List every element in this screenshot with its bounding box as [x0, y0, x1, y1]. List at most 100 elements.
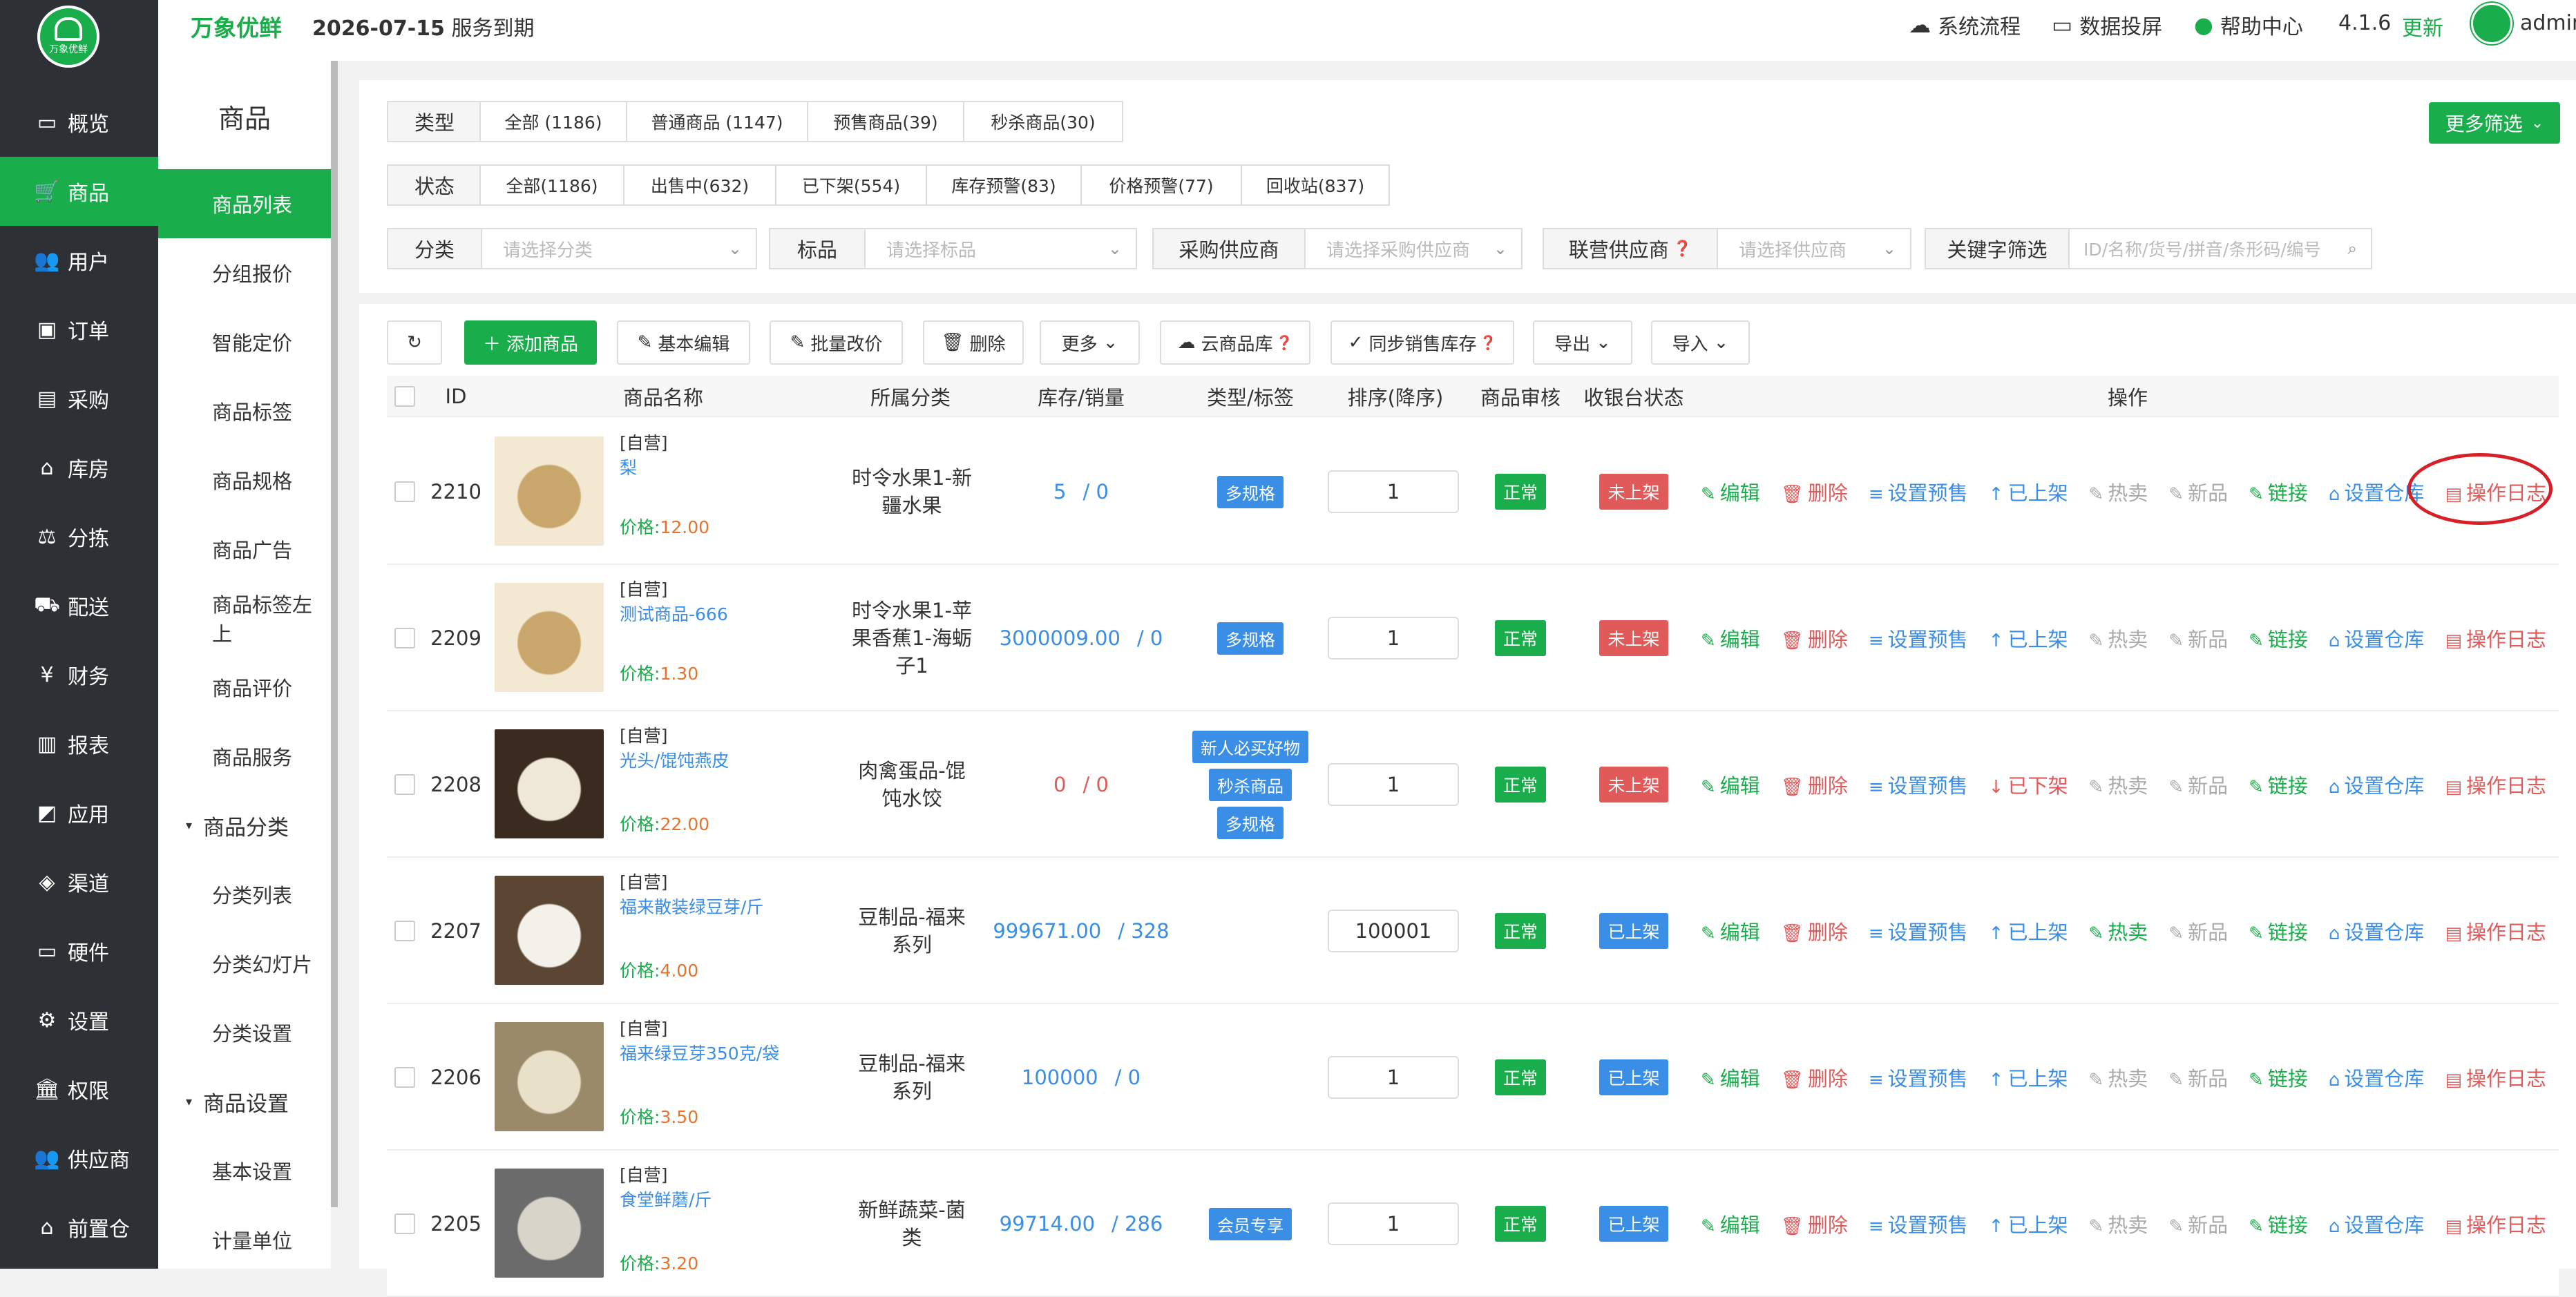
- stock-value[interactable]: 5: [1053, 480, 1066, 503]
- edit-action[interactable]: ✎ 编辑: [1701, 1063, 1760, 1092]
- type-option[interactable]: 预售商品(39): [807, 101, 964, 142]
- import-button[interactable]: 导入 ⌄: [1651, 320, 1750, 365]
- cashier-status-badge[interactable]: 未上架: [1599, 767, 1668, 803]
- help-center-link[interactable]: ● 帮助中心: [2194, 10, 2303, 40]
- presale-action[interactable]: ≡ 设置预售: [1869, 770, 1968, 799]
- shelf-action[interactable]: ↑ 已上架: [1989, 477, 2068, 506]
- presale-action[interactable]: ≡ 设置预售: [1869, 624, 1968, 653]
- submenu-group-category[interactable]: ▾ 商品分类: [158, 791, 331, 860]
- system-flow-link[interactable]: ☁ 系统流程: [1909, 10, 2021, 40]
- warehouse-action[interactable]: ⌂ 设置仓库: [2329, 624, 2425, 653]
- goods-name-link[interactable]: 福来绿豆芽350克/袋: [620, 1041, 827, 1066]
- shelf-action[interactable]: ↓ 已下架: [1989, 770, 2068, 799]
- keyword-input[interactable]: ID/名称/货号/拼音/条形码/编号 ⌕: [2068, 228, 2372, 269]
- submenu-item[interactable]: 商品列表: [158, 169, 331, 238]
- column-header[interactable]: 类型/标签: [1181, 376, 1319, 417]
- delete-action[interactable]: 🗑 删除: [1781, 624, 1848, 653]
- hot-action[interactable]: ✎ 热卖: [2088, 1209, 2148, 1238]
- user-name[interactable]: admin: [2520, 11, 2576, 35]
- link-action[interactable]: ✎ 链接: [2249, 1063, 2308, 1092]
- status-option[interactable]: 已下架(554): [775, 164, 927, 206]
- goods-image[interactable]: [495, 583, 604, 692]
- sidebar-item-users[interactable]: 👥 用户: [0, 226, 158, 295]
- type-option[interactable]: 普通商品 (1147): [626, 101, 808, 142]
- new-action[interactable]: ✎ 新品: [2168, 1063, 2228, 1092]
- export-button[interactable]: 导出 ⌄: [1533, 320, 1632, 365]
- delete-action[interactable]: 🗑 删除: [1781, 1063, 1848, 1092]
- goods-name-link[interactable]: 食堂鲜蘑/斤: [620, 1188, 827, 1213]
- submenu-item[interactable]: 商品标签左上: [158, 584, 331, 653]
- hot-action[interactable]: ✎ 热卖: [2088, 624, 2148, 653]
- presale-action[interactable]: ≡ 设置预售: [1869, 1209, 1968, 1238]
- sidebar-item-suppliers[interactable]: 👥 供应商: [0, 1124, 158, 1193]
- batch-price-button[interactable]: ✎ 批量改价: [770, 320, 903, 365]
- presale-action[interactable]: ≡ 设置预售: [1869, 916, 1968, 945]
- submenu-item[interactable]: 分组报价: [158, 238, 331, 307]
- edit-action[interactable]: ✎ 编辑: [1701, 916, 1760, 945]
- cashier-status-badge[interactable]: 已上架: [1599, 1059, 1668, 1095]
- shelf-action[interactable]: ↑ 已上架: [1989, 1209, 2068, 1238]
- goods-image[interactable]: [495, 436, 604, 546]
- submenu-item[interactable]: 商品评价: [158, 653, 331, 722]
- column-header[interactable]: 库存/销量: [1012, 376, 1150, 417]
- submenu-item[interactable]: 分类列表: [158, 860, 331, 929]
- new-action[interactable]: ✎ 新品: [2168, 1209, 2228, 1238]
- row-checkbox[interactable]: [394, 1067, 415, 1088]
- column-header[interactable]: 所属分类: [841, 376, 980, 417]
- purchase-supplier-select[interactable]: 请选择采购供应商 ⌄: [1304, 228, 1523, 269]
- submenu-scrollbar[interactable]: [331, 61, 338, 1207]
- hot-action[interactable]: ✎ 热卖: [2088, 916, 2148, 945]
- edit-action[interactable]: ✎ 编辑: [1701, 770, 1760, 799]
- presale-action[interactable]: ≡ 设置预售: [1869, 1063, 1968, 1092]
- goods-name-link[interactable]: 梨: [620, 456, 827, 481]
- column-header[interactable]: 商品名称: [594, 376, 732, 417]
- row-checkbox[interactable]: [394, 481, 415, 502]
- help-icon[interactable]: ❓: [1673, 240, 1692, 258]
- sync-stock-button[interactable]: ✓ 同步销售库存 ❓: [1330, 320, 1514, 365]
- column-header[interactable]: ID: [428, 376, 484, 417]
- hot-action[interactable]: ✎ 热卖: [2088, 770, 2148, 799]
- submenu-item[interactable]: 基本设置: [158, 1136, 331, 1205]
- warehouse-action[interactable]: ⌂ 设置仓库: [2329, 916, 2425, 945]
- shelf-action[interactable]: ↑ 已上架: [1989, 624, 2068, 653]
- category-select[interactable]: 请选择分类 ⌄: [481, 228, 757, 269]
- refresh-button[interactable]: ↻: [387, 320, 442, 365]
- tag-select[interactable]: 请选择标品 ⌄: [864, 228, 1137, 269]
- edit-action[interactable]: ✎ 编辑: [1701, 1209, 1760, 1238]
- status-option[interactable]: 全部(1186): [479, 164, 624, 206]
- sidebar-item-goods[interactable]: 🛒 商品: [0, 157, 158, 226]
- operation-log-action[interactable]: ▤ 操作日志: [2445, 624, 2546, 653]
- operation-log-action[interactable]: ▤ 操作日志: [2445, 1209, 2546, 1238]
- select-all-checkbox[interactable]: [394, 386, 415, 407]
- link-action[interactable]: ✎ 链接: [2249, 1209, 2308, 1238]
- operation-log-action[interactable]: ▤ 操作日志: [2445, 1063, 2546, 1092]
- cashier-status-badge[interactable]: 未上架: [1599, 474, 1668, 510]
- sort-input[interactable]: 1: [1328, 470, 1459, 513]
- goods-image[interactable]: [495, 729, 604, 838]
- new-action[interactable]: ✎ 新品: [2168, 916, 2228, 945]
- update-link[interactable]: 更新: [2402, 11, 2443, 41]
- submenu-item[interactable]: 分类幻灯片: [158, 929, 331, 998]
- type-option[interactable]: 全部 (1186): [479, 101, 627, 142]
- goods-image[interactable]: [495, 1169, 604, 1278]
- sidebar-item-reports[interactable]: ▥ 报表: [0, 709, 158, 778]
- sidebar-item-settings[interactable]: ⚙ 设置: [0, 986, 158, 1055]
- submenu-group-settings[interactable]: ▾ 商品设置: [158, 1067, 331, 1136]
- sort-input[interactable]: 1: [1328, 1202, 1459, 1245]
- joint-supplier-select[interactable]: 请选择供应商 ⌄: [1717, 228, 1911, 269]
- column-header[interactable]: 操作: [2072, 376, 2183, 417]
- sidebar-item-front-warehouse[interactable]: ⌂ 前置仓: [0, 1193, 158, 1262]
- warehouse-action[interactable]: ⌂ 设置仓库: [2329, 1063, 2425, 1092]
- submenu-item[interactable]: 商品服务: [158, 722, 331, 791]
- goods-name-link[interactable]: 福来散装绿豆芽/斤: [620, 895, 827, 920]
- search-icon[interactable]: ⌕: [2348, 239, 2357, 258]
- link-action[interactable]: ✎ 链接: [2249, 916, 2308, 945]
- sidebar-item-finance[interactable]: ¥ 财务: [0, 640, 158, 709]
- delete-action[interactable]: 🗑 删除: [1781, 916, 1848, 945]
- data-screen-link[interactable]: ▭ 数据投屏: [2052, 10, 2162, 40]
- delete-action[interactable]: 🗑 删除: [1781, 477, 1848, 506]
- hot-action[interactable]: ✎ 热卖: [2088, 1063, 2148, 1092]
- status-option[interactable]: 价格预警(77): [1080, 164, 1242, 206]
- sidebar-item-delivery[interactable]: ⛟ 配送: [0, 571, 158, 640]
- shelf-action[interactable]: ↑ 已上架: [1989, 1063, 2068, 1092]
